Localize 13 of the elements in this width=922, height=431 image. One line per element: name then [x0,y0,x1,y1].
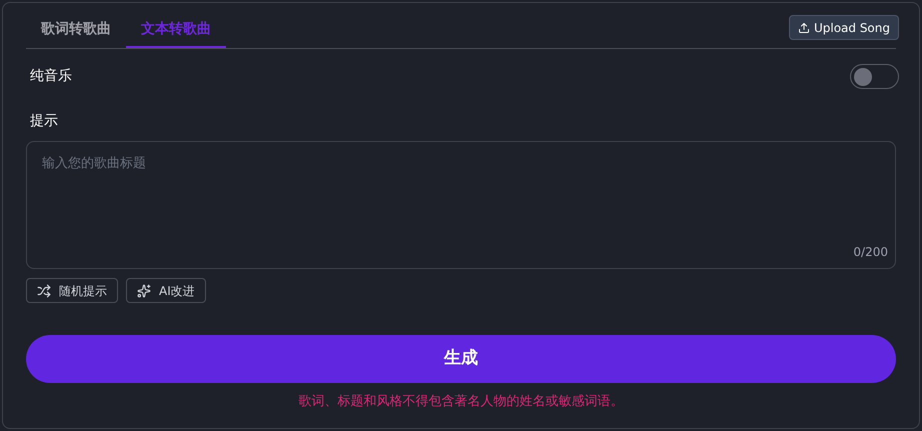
sparkle-icon [137,284,151,298]
upload-icon [798,22,810,34]
random-prompt-button[interactable]: 随机提示 [26,278,118,303]
tab[interactable]: 歌词转歌曲 [26,13,126,48]
notice-text: 歌词、标题和风格不得包含著名人物的姓名或敏感词语。 [298,393,624,411]
instrumental-toggle[interactable] [850,64,899,89]
ai-improve-button[interactable]: AI改进 [126,278,206,303]
upload-song-button[interactable]: Upload Song [788,15,899,40]
generate-button[interactable]: 生成 [26,335,896,383]
instrumental-label: 纯音乐 [30,67,72,86]
prompt-label: 提示 [29,112,59,131]
character-counter: 0/200 [853,244,888,261]
shuffle-icon [37,284,51,298]
